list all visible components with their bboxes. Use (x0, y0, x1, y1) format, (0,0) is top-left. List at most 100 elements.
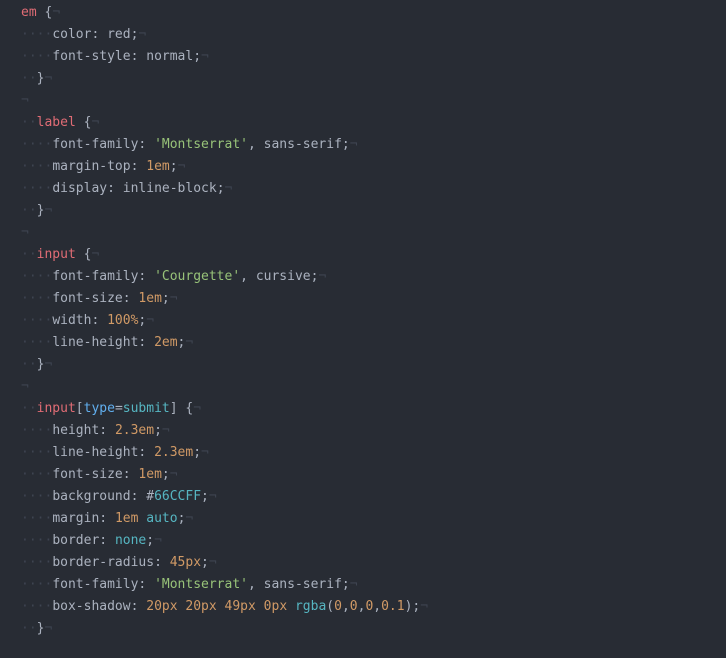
indent-guide: ·· (21, 71, 37, 86)
eol-marker: ¬ (21, 379, 29, 394)
whitespace (146, 335, 154, 350)
token-num: 0px (264, 599, 287, 614)
token-punc: , (248, 577, 256, 592)
eol-marker: ¬ (146, 313, 154, 328)
whitespace (76, 115, 84, 130)
token-punc: , (342, 599, 350, 614)
indent-guide: ·· (21, 115, 37, 130)
code-line[interactable]: ··}¬ (21, 618, 428, 640)
token-fn: rgba (295, 599, 326, 614)
token-prop: margin-top (52, 159, 130, 174)
code-line[interactable]: ····line-height: 2.3em;¬ (21, 442, 428, 464)
token-punc: : (99, 423, 107, 438)
code-line[interactable]: ····background: #66CCFF;¬ (21, 486, 428, 508)
eol-marker: ¬ (21, 93, 29, 108)
eol-marker: ¬ (185, 335, 193, 350)
indent-guide: ···· (21, 159, 52, 174)
code-line[interactable]: ····font-size: 1em;¬ (21, 464, 428, 486)
whitespace (107, 511, 115, 526)
code-line[interactable]: ····font-size: 1em;¬ (21, 288, 428, 310)
token-num: 0.1 (381, 599, 404, 614)
indent-guide: ·· (21, 357, 37, 372)
code-line[interactable]: ····font-family: 'Montserrat', sans-seri… (21, 574, 428, 596)
token-num: 1em (146, 159, 169, 174)
token-hex: 66CCFF (154, 489, 201, 504)
token-prop: height (52, 423, 99, 438)
whitespace (146, 269, 154, 284)
code-line[interactable]: ··}¬ (21, 354, 428, 376)
eol-marker: ¬ (170, 467, 178, 482)
eol-marker: ¬ (185, 511, 193, 526)
code-line[interactable]: ··}¬ (21, 200, 428, 222)
code-line[interactable]: ····display: inline-block;¬ (21, 178, 428, 200)
token-num: 0 (350, 599, 358, 614)
token-punc: : (99, 533, 107, 548)
token-prop: margin (52, 511, 99, 526)
code-line[interactable]: ····line-height: 2em;¬ (21, 332, 428, 354)
code-line[interactable]: ····border: none;¬ (21, 530, 428, 552)
indent-guide: ···· (21, 445, 52, 460)
whitespace (115, 181, 123, 196)
token-prop: font-size (52, 291, 122, 306)
code-line[interactable]: ····margin-top: 1em;¬ (21, 156, 428, 178)
indent-guide: ·· (21, 401, 37, 416)
whitespace (256, 577, 264, 592)
code-line[interactable]: ····color: red;¬ (21, 24, 428, 46)
eol-marker: ¬ (91, 115, 99, 130)
code-line[interactable]: ····width: 100%;¬ (21, 310, 428, 332)
token-punc: ; (162, 467, 170, 482)
token-num: 0 (334, 599, 342, 614)
code-editor[interactable]: em {¬····color: red;¬····font-style: nor… (0, 0, 726, 658)
code-line[interactable]: ····box-shadow: 20px 20px 49px 0px rgba(… (21, 596, 428, 618)
indent-guide: ·· (21, 247, 37, 262)
eol-marker: ¬ (318, 269, 326, 284)
whitespace (256, 599, 264, 614)
code-line[interactable]: ¬ (21, 376, 428, 398)
indent-guide: ·· (21, 621, 37, 636)
token-kw: auto (146, 511, 177, 526)
code-line[interactable]: ··label {¬ (21, 112, 428, 134)
indent-guide: ···· (21, 423, 52, 438)
indent-guide: ···· (21, 291, 52, 306)
code-line[interactable]: ····font-family: 'Montserrat', sans-seri… (21, 134, 428, 156)
token-ident: normal (146, 49, 193, 64)
indent-guide: ···· (21, 599, 52, 614)
eol-marker: ¬ (154, 533, 162, 548)
eol-marker: ¬ (420, 599, 428, 614)
eol-marker: ¬ (162, 423, 170, 438)
token-prop: font-size (52, 467, 122, 482)
token-punc: = (115, 401, 123, 416)
eol-marker: ¬ (178, 159, 186, 174)
token-num: 2.3em (154, 445, 193, 460)
token-prop: display (52, 181, 107, 196)
token-prop: background (52, 489, 130, 504)
code-line[interactable]: ¬ (21, 222, 428, 244)
code-area[interactable]: em {¬····color: red;¬····font-style: nor… (9, 0, 428, 658)
code-line[interactable]: ··input[type=submit] {¬ (21, 398, 428, 420)
token-ident: sans-serif (264, 577, 342, 592)
code-line[interactable]: ····font-family: 'Courgette', cursive;¬ (21, 266, 428, 288)
eol-marker: ¬ (44, 621, 52, 636)
code-line[interactable]: ··input {¬ (21, 244, 428, 266)
token-prop: box-shadow (52, 599, 130, 614)
whitespace (146, 137, 154, 152)
code-line[interactable]: ····margin: 1em auto;¬ (21, 508, 428, 530)
eol-marker: ¬ (44, 71, 52, 86)
eol-marker: ¬ (350, 137, 358, 152)
code-line[interactable]: ¬ (21, 90, 428, 112)
whitespace (146, 445, 154, 460)
eol-marker: ¬ (209, 555, 217, 570)
code-line[interactable]: ····font-style: normal;¬ (21, 46, 428, 68)
code-line[interactable]: em {¬ (21, 2, 428, 24)
code-line[interactable]: ····border-radius: 45px;¬ (21, 552, 428, 574)
indent-guide: ···· (21, 181, 52, 196)
token-sel: input (37, 401, 76, 416)
token-num: 2.3em (115, 423, 154, 438)
token-prop: border-radius (52, 555, 154, 570)
code-line[interactable]: ····height: 2.3em;¬ (21, 420, 428, 442)
whitespace (162, 555, 170, 570)
token-punc: ; (193, 49, 201, 64)
code-line[interactable]: ··}¬ (21, 68, 428, 90)
eol-marker: ¬ (52, 5, 60, 20)
token-attrval: submit (123, 401, 170, 416)
